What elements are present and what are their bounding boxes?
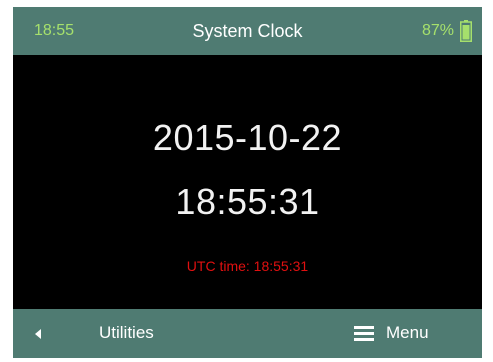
utc-time-display: UTC time: 18:55:31	[186, 258, 309, 274]
clock-display: 2015-10-22 18:55:31 UTC time: 18:55:31	[13, 55, 482, 309]
time-display: 18:55:31	[175, 181, 320, 222]
device-screen: 18:55 System Clock 87% 2015-10-22 18:55:…	[13, 7, 482, 358]
hamburger-icon	[354, 326, 374, 341]
date-display: 2015-10-22	[152, 117, 343, 158]
page-title: System Clock	[192, 21, 303, 41]
bottom-bar: Utilities Menu	[13, 309, 482, 358]
back-to-utilities-button[interactable]: Utilities	[13, 309, 243, 358]
battery-percentage: 87%	[421, 22, 454, 39]
menu-button[interactable]: Menu	[282, 309, 482, 358]
left-arrow-icon	[35, 329, 41, 339]
battery-icon	[460, 20, 472, 42]
menu-button-label: Menu	[386, 323, 429, 342]
back-button-label: Utilities	[99, 323, 154, 342]
status-bar: 18:55 System Clock 87%	[13, 7, 482, 55]
